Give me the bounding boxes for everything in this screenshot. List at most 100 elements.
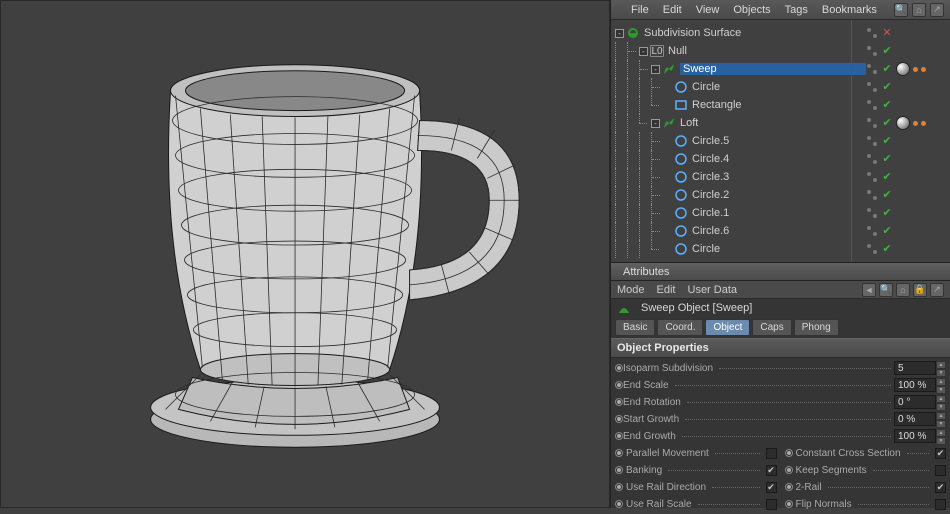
tree-item-c3[interactable]: Circle.3 ✔ [611, 168, 950, 186]
arrow-icon[interactable]: ↗ [930, 3, 944, 17]
tree-item-c1[interactable]: Circle.1✔ [611, 204, 950, 222]
keepseg-checkbox[interactable] [935, 465, 946, 476]
tree-label[interactable]: Loft [680, 117, 866, 129]
arrow-icon[interactable]: ↗ [930, 283, 944, 297]
layer-dots-icon[interactable] [866, 189, 878, 201]
check-icon[interactable]: ✔ [881, 243, 893, 255]
menu-bookmarks[interactable]: Bookmarks [822, 4, 877, 16]
toggle-icon[interactable]: - [615, 29, 624, 38]
tree-item-null[interactable]: -L0Null✔ [611, 42, 950, 60]
tab-coord[interactable]: Coord. [657, 319, 703, 336]
tree-label[interactable]: Circle [692, 243, 866, 255]
radio-icon[interactable] [615, 364, 623, 372]
tree-item-subdiv[interactable]: - Subdivision Surface ✕ [611, 24, 950, 42]
material-tag-icon[interactable] [896, 116, 910, 130]
radio-icon[interactable] [615, 432, 623, 440]
radio-icon[interactable] [785, 483, 793, 491]
radio-icon[interactable] [785, 449, 793, 457]
viewport-3d[interactable] [0, 0, 610, 508]
tag-dot-icon[interactable] [913, 67, 918, 72]
menu-view[interactable]: View [696, 4, 720, 16]
tree-label[interactable]: Circle [692, 81, 866, 93]
check-icon[interactable]: ✔ [881, 207, 893, 219]
tree-label[interactable]: Circle.3 [692, 171, 866, 183]
toggle-icon[interactable]: - [639, 47, 648, 56]
tag-dot-icon[interactable] [921, 121, 926, 126]
layer-dots-icon[interactable] [866, 135, 878, 147]
toggle-icon[interactable]: - [651, 119, 660, 128]
endscale-input[interactable]: 100 % [894, 378, 936, 392]
check-icon[interactable]: ✔ [881, 81, 893, 93]
constcross-checkbox[interactable]: ✔ [935, 448, 946, 459]
tree-item-rect[interactable]: Rectangle✔ [611, 96, 950, 114]
tag-dot-icon[interactable] [913, 121, 918, 126]
layer-dots-icon[interactable] [866, 99, 878, 111]
check-icon[interactable]: ✔ [881, 135, 893, 147]
check-icon[interactable]: ✔ [881, 225, 893, 237]
spinner[interactable]: ▲▼ [936, 412, 946, 426]
radio-icon[interactable] [615, 381, 623, 389]
material-tag-icon[interactable] [896, 62, 910, 76]
tab-basic[interactable]: Basic [615, 319, 655, 336]
layer-dots-icon[interactable] [866, 45, 878, 57]
spinner[interactable]: ▲▼ [936, 378, 946, 392]
tree-label[interactable]: Circle.4 [692, 153, 866, 165]
check-icon[interactable]: ✔ [881, 171, 893, 183]
tree-item-circle-sw[interactable]: Circle ✔ [611, 78, 950, 96]
x-icon[interactable]: ✕ [881, 27, 893, 39]
tree-item-c2[interactable]: Circle.2✔ [611, 186, 950, 204]
tree-label[interactable]: Subdivision Surface [644, 27, 866, 39]
tree-item-c6[interactable]: Circle.6 ✔ [611, 222, 950, 240]
tworail-checkbox[interactable]: ✔ [935, 482, 946, 493]
tree-label[interactable]: Circle.6 [692, 225, 866, 237]
home-icon[interactable]: ⌂ [896, 283, 910, 297]
layer-dots-icon[interactable] [866, 117, 878, 129]
check-icon[interactable]: ✔ [881, 63, 893, 75]
tree-item-sweep[interactable]: - Sweep ✔ [611, 60, 950, 78]
startgrowth-input[interactable]: 0 % [894, 412, 936, 426]
tab-object[interactable]: Object [705, 319, 750, 336]
radio-icon[interactable] [615, 449, 623, 457]
tab-phong[interactable]: Phong [794, 319, 839, 336]
radio-icon[interactable] [785, 466, 793, 474]
banking-checkbox[interactable]: ✔ [766, 465, 777, 476]
spinner[interactable]: ▲▼ [936, 395, 946, 409]
layer-dots-icon[interactable] [866, 207, 878, 219]
menu-file[interactable]: File [631, 4, 649, 16]
menu-tags[interactable]: Tags [785, 4, 808, 16]
radio-icon[interactable] [785, 500, 793, 508]
spinner[interactable]: ▲▼ [936, 429, 946, 443]
endgrowth-input[interactable]: 100 % [894, 429, 936, 443]
lock-icon[interactable]: 🔒 [913, 283, 927, 297]
layer-dots-icon[interactable] [866, 171, 878, 183]
check-icon[interactable]: ✔ [881, 99, 893, 111]
check-icon[interactable]: ✔ [881, 117, 893, 129]
endrot-input[interactable]: 0 ° [894, 395, 936, 409]
home-icon[interactable]: ⌂ [912, 3, 926, 17]
check-icon[interactable]: ✔ [881, 45, 893, 57]
radio-icon[interactable] [615, 415, 623, 423]
radio-icon[interactable] [615, 500, 623, 508]
layer-dots-icon[interactable] [866, 243, 878, 255]
menu-edit[interactable]: Edit [663, 4, 682, 16]
radio-icon[interactable] [615, 398, 623, 406]
isoparm-input[interactable]: 5 [894, 361, 936, 375]
spinner[interactable]: ▲▼ [936, 361, 946, 375]
object-tree[interactable]: -Subdivision Surface✕-L0Null✔-Sweep✔Circ… [611, 20, 950, 262]
radio-icon[interactable] [615, 483, 623, 491]
menu-objects[interactable]: Objects [733, 4, 770, 16]
toggle-icon[interactable]: - [651, 65, 660, 74]
tree-item-loft[interactable]: - Loft ✔ [611, 114, 950, 132]
radio-icon[interactable] [615, 466, 623, 474]
check-icon[interactable]: ✔ [881, 153, 893, 165]
tree-label[interactable]: Null [668, 45, 866, 57]
menu-userdata[interactable]: User Data [688, 284, 738, 296]
layer-dots-icon[interactable] [866, 81, 878, 93]
search-icon[interactable]: 🔍 [894, 3, 908, 17]
back-icon[interactable]: ◄ [862, 283, 876, 297]
tree-item-c4[interactable]: Circle.4 ✔ [611, 150, 950, 168]
layer-dots-icon[interactable] [866, 27, 878, 39]
layer-dots-icon[interactable] [866, 153, 878, 165]
check-icon[interactable]: ✔ [881, 189, 893, 201]
tree-label[interactable]: Sweep [680, 63, 866, 75]
